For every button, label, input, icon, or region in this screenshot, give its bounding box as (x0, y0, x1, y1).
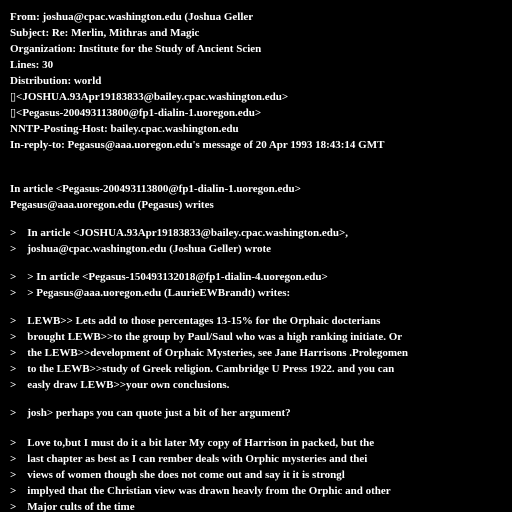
quoted-line: > to the LEWB>>study of Greek religion. … (10, 363, 395, 375)
header-from: From: joshua@cpac.washington.edu (Joshua… (10, 11, 254, 23)
quoted-line: > > In article <Pegasus-150493132018@fp1… (10, 271, 328, 283)
quoted-line: > last chapter as best as I can rember d… (10, 453, 368, 465)
header-nntp-posting-host: NNTP-Posting-Host: bailey.cpac.washingto… (10, 123, 239, 135)
quoted-line: > implyed that the Christian view was dr… (10, 485, 391, 497)
quoted-line: > easly draw LEWB>>your own conclusions. (10, 379, 230, 391)
header-in-reply-to: In-reply-to: Pegasus@aaa.uoregon.edu's m… (10, 139, 385, 151)
quoted-line: > the LEWB>>development of Orphaic Myste… (10, 347, 409, 359)
intro-line: Pegasus@aaa.uoregon.edu (Pegasus) writes (10, 199, 214, 211)
quoted-line: > > Pegasus@aaa.uoregon.edu (LaurieEWBra… (10, 287, 291, 299)
header-organization: Organization: Institute for the Study of… (10, 43, 262, 55)
quoted-line: > josh> perhaps you can quote just a bit… (10, 407, 291, 419)
quoted-line: > brought LEWB>>to the group by Paul/Sau… (10, 331, 403, 343)
header-message-id: ▯<JOSHUA.93Apr19183833@bailey.cpac.washi… (10, 91, 289, 103)
header-subject: Subject: Re: Merlin, Mithras and Magic (10, 27, 200, 39)
quoted-line: > Major cults of the time (10, 501, 135, 512)
header-distribution: Distribution: world (10, 75, 102, 87)
header-lines: Lines: 30 (10, 59, 54, 71)
quoted-line: > In article <JOSHUA.93Apr19183833@baile… (10, 227, 348, 239)
quoted-line: > LEWB>> Lets add to those percentages 1… (10, 315, 381, 327)
intro-line: In article <Pegasus-200493113800@fp1-dia… (10, 183, 301, 195)
header-references: ▯<Pegasus-200493113800@fp1-dialin-1.uore… (10, 107, 262, 119)
quoted-line: > joshua@cpac.washington.edu (Joshua Gel… (10, 243, 272, 255)
quoted-line: > Love to,but I must do it a bit later M… (10, 437, 375, 449)
news-message: From: joshua@cpac.washington.edu (Joshua… (0, 0, 512, 512)
quoted-line: > views of women though she does not com… (10, 469, 345, 481)
